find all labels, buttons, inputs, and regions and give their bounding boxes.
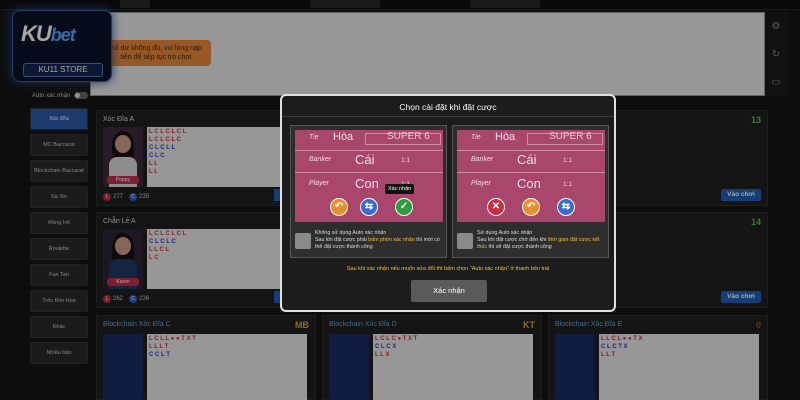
option-auto-confirm[interactable]: Tie Hòa SUPER 6 Banker Cái 1:1 Player Co… xyxy=(452,125,609,258)
banker-vi-label: Cái xyxy=(517,152,537,167)
player-vi-label: Con xyxy=(355,176,379,191)
player-label: Player xyxy=(471,180,491,187)
banker-vi-label: Cái xyxy=(355,152,375,167)
auto-description: Sử dụng Auto xác nhận Sau khi đặt cược c… xyxy=(477,230,600,250)
option-manual-confirm[interactable]: Tie Hòa SUPER 6 Banker Cái 1:1 Player Co… xyxy=(290,125,447,258)
banker-label: Banker xyxy=(309,156,332,163)
banker-label: Banker xyxy=(471,156,494,163)
undo-icon: ↶ xyxy=(330,198,348,216)
banker-ratio: 1:1 xyxy=(563,157,573,164)
bet-table-preview: Tie Hòa SUPER 6 Banker Cái 1:1 Player Co… xyxy=(295,130,443,222)
undo-icon: ↶ xyxy=(522,198,540,216)
table-line xyxy=(295,150,443,151)
tie-label: Tie xyxy=(309,134,319,141)
auto-checkbox[interactable] xyxy=(457,233,473,249)
super6-label: SUPER 6 xyxy=(549,131,592,142)
swap-icon: ⇆ xyxy=(557,198,575,216)
player-ratio: 1:1 xyxy=(563,181,573,188)
divider xyxy=(282,116,614,117)
bet-settings-modal: Chọn cài đặt khi đặt cược Tie Hòa SUPER … xyxy=(280,94,616,312)
swap-icon: ⇆ xyxy=(360,198,378,216)
modal-title: Chọn cài đặt khi đặt cược xyxy=(399,102,497,112)
manual-checkbox[interactable] xyxy=(295,233,311,249)
tie-label: Tie xyxy=(471,134,481,141)
manual-description: Không sử dụng Auto xác nhận Sau khi đặt … xyxy=(315,230,440,250)
table-line xyxy=(457,150,605,151)
confirm-button[interactable]: Xác nhận xyxy=(411,280,487,302)
player-label: Player xyxy=(309,180,329,187)
super6-label: SUPER 6 xyxy=(387,131,430,142)
banker-ratio: 1:1 xyxy=(401,157,411,164)
table-line xyxy=(457,172,605,173)
close-icon: ✕ xyxy=(487,198,505,216)
check-icon: ✓ xyxy=(395,198,413,216)
confirm-tooltip: Xác nhận xyxy=(385,184,415,194)
bet-table-preview: Tie Hòa SUPER 6 Banker Cái 1:1 Player Co… xyxy=(457,130,605,222)
player-vi-label: Con xyxy=(517,176,541,191)
tie-vi-label: Hòa xyxy=(495,131,516,143)
tie-vi-label: Hòa xyxy=(333,131,354,143)
modal-note: Sau khi xác nhận nếu muốn sửa đổi thì bấ… xyxy=(346,266,550,272)
table-line xyxy=(295,172,443,173)
